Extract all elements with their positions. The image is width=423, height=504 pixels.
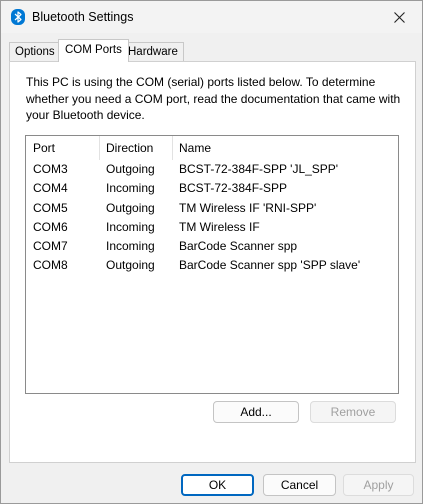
row-port: COM7 — [33, 239, 68, 254]
row-port: COM5 — [33, 200, 68, 215]
tab-com-ports[interactable]: COM Ports — [58, 39, 129, 62]
column-divider[interactable] — [172, 136, 173, 160]
close-icon — [393, 11, 405, 23]
title-bar: Bluetooth Settings — [1, 1, 422, 33]
column-header-name[interactable]: Name — [179, 141, 211, 155]
list-row-com7[interactable]: COM7 Incoming BarCode Scanner spp — [26, 237, 398, 256]
list-row-com8[interactable]: COM8 Outgoing BarCode Scanner spp 'SPP s… — [26, 256, 398, 275]
remove-button[interactable]: Remove — [310, 401, 396, 423]
bluetooth-icon — [11, 9, 25, 25]
bluetooth-settings-window: Bluetooth Settings Options COM Ports Har… — [0, 0, 423, 504]
list-row-com4[interactable]: COM4 Incoming BCST-72-384F-SPP — [26, 179, 398, 198]
row-name: TM Wireless IF 'RNI-SPP' — [179, 200, 317, 215]
ok-button[interactable]: OK — [181, 474, 254, 496]
window-title: Bluetooth Settings — [32, 10, 134, 24]
row-direction: Outgoing — [106, 258, 155, 273]
list-header: Port Direction Name — [26, 136, 398, 160]
row-port: COM4 — [33, 181, 68, 196]
row-direction: Outgoing — [106, 162, 155, 176]
list-rows: COM3 Outgoing BCST-72-384F-SPP 'JL_SPP' … — [26, 160, 398, 276]
row-name: BCST-72-384F-SPP — [179, 181, 288, 196]
row-port: COM8 — [33, 258, 68, 273]
row-name: BCST-72-384F-SPP 'JL_SPP' — [179, 162, 339, 176]
column-header-port[interactable]: Port — [33, 141, 55, 155]
description-text: This PC is using the COM (serial) ports … — [26, 75, 401, 122]
row-port: COM3 — [33, 162, 68, 176]
row-direction: Outgoing — [106, 200, 155, 215]
column-header-direction[interactable]: Direction — [106, 141, 153, 155]
com-ports-panel: This PC is using the COM (serial) ports … — [9, 61, 416, 463]
column-divider[interactable] — [99, 136, 100, 160]
cancel-button[interactable]: Cancel — [263, 474, 336, 496]
close-button[interactable] — [376, 1, 422, 33]
row-port: COM6 — [33, 219, 68, 234]
row-direction: Incoming — [106, 219, 155, 234]
list-row-com3[interactable]: COM3 Outgoing BCST-72-384F-SPP 'JL_SPP' — [26, 160, 398, 179]
com-ports-list[interactable]: Port Direction Name COM3 Outgoing BCST-7… — [25, 135, 399, 394]
tab-hardware[interactable]: Hardware — [122, 42, 184, 61]
tab-options[interactable]: Options — [9, 42, 61, 61]
row-direction: Incoming — [106, 239, 155, 254]
apply-button[interactable]: Apply — [343, 474, 414, 496]
list-row-com6[interactable]: COM6 Incoming TM Wireless IF — [26, 218, 398, 237]
row-direction: Incoming — [106, 181, 155, 196]
row-name: TM Wireless IF — [179, 219, 260, 234]
row-name: BarCode Scanner spp — [179, 239, 298, 254]
list-row-com5[interactable]: COM5 Outgoing TM Wireless IF 'RNI-SPP' — [26, 199, 398, 218]
add-button[interactable]: Add... — [213, 401, 299, 423]
row-name: BarCode Scanner spp 'SPP slave' — [179, 258, 361, 273]
